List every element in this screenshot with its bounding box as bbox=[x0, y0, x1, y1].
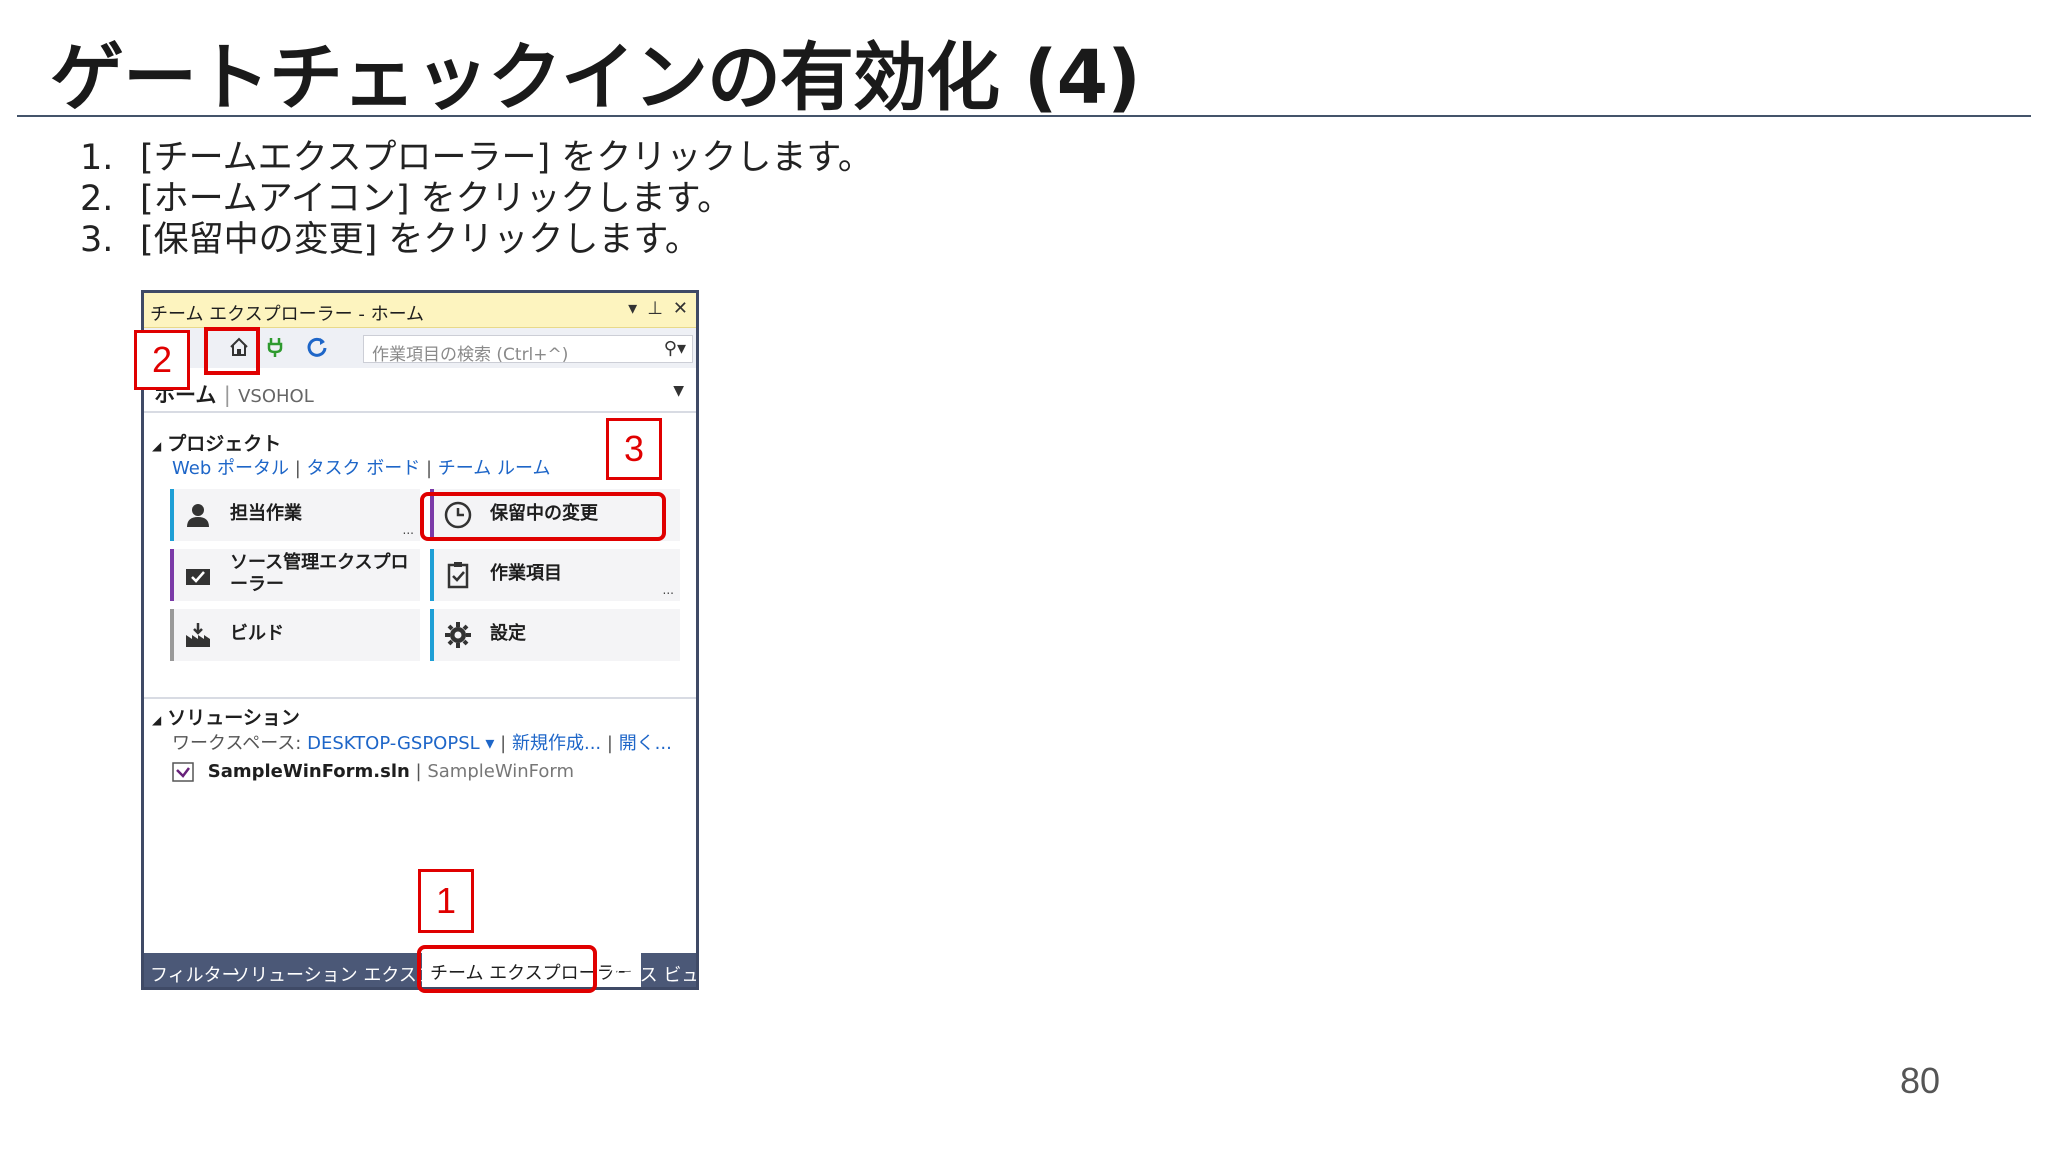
tile-work-items[interactable]: 作業項目 ... bbox=[430, 549, 680, 601]
solution-section-header[interactable]: ◢ ソリューション bbox=[152, 703, 300, 730]
window-buttons: ▾ ⊥ ✕ bbox=[628, 298, 688, 319]
section-divider bbox=[144, 697, 696, 699]
server-name: VSOHOL bbox=[238, 386, 314, 407]
highlight-home-icon bbox=[204, 327, 260, 375]
page-number: 80 bbox=[1900, 1060, 1941, 1101]
step-item: 1. [チームエクスプローラー] をクリックします。 bbox=[80, 138, 873, 179]
collapse-icon[interactable]: ◢ bbox=[152, 713, 161, 727]
step-text: [保留中の変更] をクリックします。 bbox=[140, 220, 700, 260]
gear-icon bbox=[442, 619, 474, 651]
person-icon bbox=[182, 499, 214, 531]
highlight-pending-changes bbox=[420, 492, 666, 541]
tile-my-work[interactable]: 担当作業 ... bbox=[170, 489, 420, 541]
pin-icon[interactable]: ⊥ bbox=[647, 298, 663, 319]
annotation-number: 2 bbox=[134, 330, 190, 390]
solution-item[interactable]: SampleWinForm.sln | SampleWinForm bbox=[172, 761, 574, 782]
step-text: [チームエクスプローラー] をクリックします。 bbox=[140, 138, 873, 178]
dropdown-icon[interactable]: ▾ bbox=[628, 298, 637, 319]
step-list: 1. [チームエクスプローラー] をクリックします。 2. [ホームアイコン] をク… bbox=[80, 138, 873, 261]
step-text: [ホームアイコン] をクリックします。 bbox=[140, 179, 733, 219]
panel-titlebar[interactable]: チーム エクスプローラー - ホーム ▾ ⊥ ✕ bbox=[144, 293, 696, 328]
team-room-link[interactable]: チーム ルーム bbox=[438, 458, 551, 479]
collapse-icon[interactable]: ◢ bbox=[152, 439, 161, 453]
solution-file-icon bbox=[172, 762, 194, 782]
refresh-icon[interactable] bbox=[304, 334, 330, 360]
step-number: 2. bbox=[80, 179, 114, 219]
tile-builds[interactable]: ビルド bbox=[170, 609, 420, 661]
step-number: 1. bbox=[80, 138, 114, 178]
workspace-label: ワークスペース: bbox=[172, 733, 302, 754]
solution-path: SampleWinForm bbox=[427, 761, 574, 782]
page-dropdown-icon[interactable]: ▼ bbox=[673, 383, 684, 399]
annotation-number: 1 bbox=[418, 869, 474, 933]
connect-icon[interactable] bbox=[262, 334, 288, 360]
annotation-number: 3 bbox=[606, 418, 662, 480]
new-link[interactable]: 新規作成... bbox=[512, 733, 601, 754]
page-separator: | bbox=[223, 383, 231, 407]
build-icon bbox=[182, 619, 214, 651]
clipboard-check-icon bbox=[442, 559, 474, 591]
web-portal-link[interactable]: Web ポータル bbox=[172, 458, 289, 479]
close-icon[interactable]: ✕ bbox=[673, 298, 688, 319]
project-section-header[interactable]: ◢ プロジェクト bbox=[152, 429, 281, 456]
highlight-team-explorer-tab bbox=[417, 945, 597, 993]
open-link[interactable]: 開く... bbox=[619, 733, 672, 754]
task-board-link[interactable]: タスク ボード bbox=[307, 458, 421, 479]
step-number: 3. bbox=[80, 220, 114, 260]
workspace-dropdown[interactable]: DESKTOP-GSPOPSL ▾ bbox=[307, 733, 494, 754]
tab-class-view[interactable]: クラス ビュー bbox=[604, 961, 696, 987]
search-icon[interactable]: ⚲▾ bbox=[664, 338, 686, 359]
slide-title: ゲートチェックインの有効化 (4) bbox=[50, 35, 1141, 121]
workspace-row: ワークスペース: DESKTOP-GSPOPSL ▾ | 新規作成... | 開… bbox=[172, 733, 672, 754]
project-links: Web ポータル | タスク ボード | チーム ルーム bbox=[172, 458, 551, 479]
panel-title: チーム エクスプローラー - ホーム bbox=[150, 304, 425, 325]
work-item-search-input[interactable]: 作業項目の検索 (Ctrl+^) ⚲▾ bbox=[363, 335, 693, 365]
tile-source-control-explorer[interactable]: ソース管理エクスプローラー bbox=[170, 549, 420, 601]
title-divider bbox=[17, 115, 2031, 117]
step-item: 2. [ホームアイコン] をクリックします。 bbox=[80, 179, 873, 220]
step-item: 3. [保留中の変更] をクリックします。 bbox=[80, 220, 873, 261]
tab-filter[interactable]: フィルター bbox=[150, 961, 240, 987]
page-header[interactable]: ホーム | VSOHOL ▼ bbox=[144, 375, 696, 413]
tile-settings[interactable]: 設定 bbox=[430, 609, 680, 661]
source-control-icon bbox=[182, 559, 214, 591]
solution-file-name: SampleWinForm.sln bbox=[207, 761, 410, 782]
search-placeholder: 作業項目の検索 (Ctrl+^) bbox=[372, 345, 569, 365]
